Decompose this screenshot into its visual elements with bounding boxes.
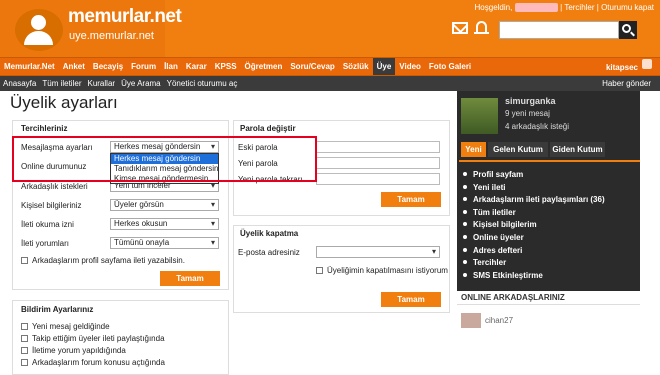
preferences-submit-button[interactable]: Tamam [160, 271, 220, 286]
notify-comment[interactable]: İletime yorum yapıldığında [21, 346, 126, 355]
site-header: memurlar.net uye.memurlar.net Hoşgeldin,… [0, 0, 660, 57]
subnav-haber-gonder[interactable]: Haber gönder [599, 76, 654, 91]
notification-title: Bildirim Ayarlarınız [21, 305, 94, 314]
password-submit-button[interactable]: Tamam [381, 192, 441, 207]
old-password-input[interactable] [316, 141, 440, 153]
nav-ilan[interactable]: İlan [160, 58, 182, 75]
sidebar-item-online-users[interactable]: Online üyeler [463, 232, 605, 244]
sidebar-item-personal-info[interactable]: Kişisel bilgilerim [463, 219, 605, 231]
top-links: Hoşgeldin, simurganka | Tercihler | Otur… [474, 3, 654, 12]
site-logo[interactable]: memurlar.net [68, 6, 182, 28]
preferences-title: Tercihleriniz [21, 124, 68, 133]
read-permission-label: İleti okuma izni [21, 220, 74, 229]
avatar[interactable] [461, 98, 498, 134]
tab-inbox[interactable]: Gelen Kutum [488, 142, 548, 157]
checkbox-icon [21, 347, 28, 354]
sidebar-item-address-book[interactable]: Adres defteri [463, 245, 605, 257]
gift-icon [642, 59, 652, 69]
bell-icon[interactable] [474, 21, 489, 34]
comments-label: İleti yorumları [21, 239, 70, 248]
notify-label: Yeni mesaj geldiğinde [32, 322, 110, 331]
search-button[interactable] [619, 21, 637, 39]
profile-post-label: Arkadaşlarım profil sayfama ileti yazabi… [32, 256, 185, 265]
tab-underline [459, 160, 640, 162]
comments-select[interactable]: Tümünü onayla [110, 237, 219, 249]
nav-ogretmen[interactable]: Öğretmen [241, 58, 287, 75]
subnav-anasayfa[interactable]: Anasayfa [0, 76, 39, 91]
friend-avatar[interactable] [461, 313, 481, 328]
close-account-checkbox[interactable]: Üyeliğimin kapatılmasını istiyorum [316, 266, 448, 275]
notify-followed-post[interactable]: Takip ettiğim üyeler ileti paylaştığında [21, 334, 165, 343]
friend-requests-label: Arkadaşlık istekleri [21, 182, 88, 191]
friend-requests-link[interactable]: 4 arkadaşlık isteği [505, 122, 569, 131]
mail-icon[interactable] [452, 22, 468, 34]
nav-soru-cevap[interactable]: Soru/Cevap [286, 58, 338, 75]
nav-forum[interactable]: Forum [127, 58, 160, 75]
nav-sozluk[interactable]: Sözlük [339, 58, 373, 75]
nav-becayis[interactable]: Becayiş [89, 58, 127, 75]
nav-video[interactable]: Video [395, 58, 425, 75]
subnav-kurallar[interactable]: Kurallar [84, 76, 118, 91]
repeat-password-input[interactable] [316, 173, 440, 185]
highlight-box [12, 136, 317, 182]
friend-name[interactable]: cihan27 [485, 316, 513, 325]
search-input[interactable] [499, 21, 619, 39]
notify-label: Arkadaşlarım forum konusu açtığında [32, 358, 165, 367]
email-label: E-posta adresiniz [238, 248, 300, 257]
close-account-label: Üyeliğimin kapatılmasını istiyorum [327, 266, 448, 275]
nav-karar[interactable]: Karar [182, 58, 211, 75]
close-account-submit-button[interactable]: Tamam [381, 292, 441, 307]
sub-nav: Anasayfa Tüm iletiler Kurallar Üye Arama… [0, 76, 660, 91]
sidebar-item-preferences[interactable]: Tercihler [463, 257, 605, 269]
nav-uye[interactable]: Üye [372, 58, 396, 75]
checkbox-icon [21, 257, 28, 264]
sidebar-item-new-post[interactable]: Yeni ileti [463, 182, 605, 194]
close-account-title: Üyelik kapatma [240, 229, 299, 238]
preferences-link[interactable]: Tercihler [564, 3, 594, 12]
main-nav: Memurlar.Net Anket Becayiş Forum İlan Ka… [0, 57, 660, 76]
logout-link[interactable]: Oturumu kapat [601, 3, 654, 12]
new-password-input[interactable] [316, 157, 440, 169]
subnav-uye-arama[interactable]: Üye Arama [118, 76, 164, 91]
online-friends-title: ONLINE ARKADAŞLARINIZ [457, 291, 640, 305]
kitapsec-label: kitapsec [605, 63, 638, 72]
nav-kpss[interactable]: KPSS [211, 58, 241, 75]
sidebar-menu: Profil sayfam Yeni ileti Arkadaşlarım il… [463, 169, 605, 282]
notify-label: Takip ettiğim üyeler ileti paylaştığında [32, 334, 165, 343]
page-title: Üyelik ayarları [10, 93, 118, 112]
sidebar-item-profile[interactable]: Profil sayfam [463, 169, 605, 181]
profile-post-checkbox[interactable]: Arkadaşlarım profil sayfama ileti yazabi… [21, 256, 185, 265]
personal-info-select[interactable]: Üyeler görsün [110, 199, 219, 211]
checkbox-icon [21, 323, 28, 330]
personal-info-label: Kişisel bilgileriniz [21, 201, 82, 210]
new-messages-link[interactable]: 9 yeni mesaj [505, 109, 550, 118]
subnav-yonetici[interactable]: Yönetici oturumu aç [164, 76, 241, 91]
sidebar-item-sms[interactable]: SMS Etkinleştirme [463, 270, 605, 282]
greeting: Hoşgeldin, [474, 3, 513, 12]
username-link[interactable]: simurganka [514, 3, 558, 12]
nav-anket[interactable]: Anket [59, 58, 89, 75]
notify-new-message[interactable]: Yeni mesaj geldiğinde [21, 322, 110, 331]
checkbox-icon [316, 267, 323, 274]
nav-foto-galeri[interactable]: Foto Galeri [425, 58, 475, 75]
notify-friend-topic[interactable]: Arkadaşlarım forum konusu açtığında [21, 358, 165, 367]
nav-memurlar[interactable]: Memurlar.Net [0, 58, 59, 75]
sidebar-item-friend-posts[interactable]: Arkadaşlarım ileti paylaşımları (36) [463, 194, 605, 206]
password-title: Parola değiştir [240, 124, 296, 133]
tab-new[interactable]: Yeni [461, 142, 486, 157]
sidebar-username[interactable]: simurganka [505, 96, 556, 106]
subnav-tum-iletiler[interactable]: Tüm iletiler [39, 76, 84, 91]
notify-label: İletime yorum yapıldığında [32, 346, 126, 355]
logo-avatar-icon[interactable] [15, 9, 63, 51]
kitapsec-link[interactable]: kitapsec [602, 59, 654, 76]
tab-outbox[interactable]: Giden Kutum [550, 142, 605, 157]
read-permission-select[interactable]: Herkes okusun [110, 218, 219, 230]
sidebar-item-all-posts[interactable]: Tüm iletiler [463, 207, 605, 219]
email-select[interactable] [316, 246, 440, 258]
checkbox-icon [21, 335, 28, 342]
checkbox-icon [21, 359, 28, 366]
site-subtitle[interactable]: uye.memurlar.net [69, 30, 154, 42]
